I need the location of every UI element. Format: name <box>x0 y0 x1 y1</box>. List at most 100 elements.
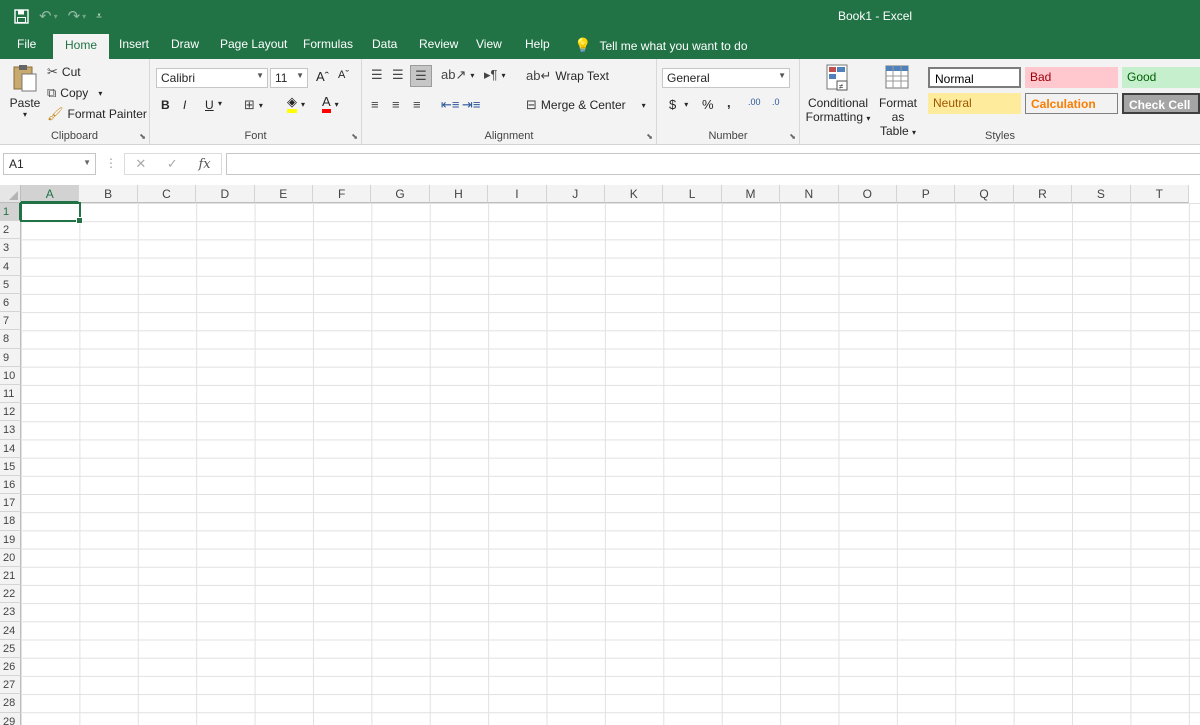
increase-indent-icon[interactable]: ⇥≡ <box>462 97 480 113</box>
column-header[interactable]: O <box>838 185 897 203</box>
name-box[interactable]: A1 ▼ <box>3 153 96 175</box>
cell-style-bad[interactable]: Bad <box>1025 67 1118 88</box>
column-header[interactable]: L <box>663 185 722 203</box>
row-header[interactable]: 4 <box>0 257 21 276</box>
cancel-icon[interactable]: ✕ <box>135 156 146 172</box>
row-header[interactable]: 7 <box>0 312 21 331</box>
tab-review[interactable]: Review <box>419 37 458 51</box>
insert-function-icon[interactable]: fx <box>198 157 210 172</box>
text-direction-button[interactable]: ▸¶ ▾ <box>484 67 506 83</box>
column-header[interactable]: C <box>137 185 197 203</box>
row-header[interactable]: 13 <box>0 421 21 440</box>
dialog-launcher-icon[interactable]: ⬊ <box>646 132 653 141</box>
row-header[interactable]: 9 <box>0 348 21 367</box>
row-header[interactable]: 17 <box>0 494 21 513</box>
column-header[interactable]: R <box>1013 185 1073 203</box>
merge-center-button[interactable]: ⊟ Merge & Center ▾ <box>526 97 646 113</box>
row-header[interactable]: 3 <box>0 239 21 258</box>
column-header[interactable]: M <box>721 185 781 203</box>
row-header[interactable]: 12 <box>0 403 21 422</box>
worksheet-grid[interactable]: ABCDEFGHIJKLMNOPQRST 1 2 3 4 5 6 7 8 9 10 11 12 13 14… <box>0 185 1200 725</box>
comma-style-button[interactable]: , <box>727 95 731 110</box>
increase-font-size-button[interactable]: Aˆ <box>316 69 329 84</box>
cell-area[interactable] <box>21 203 1200 725</box>
tab-draw[interactable]: Draw <box>171 37 199 51</box>
row-header[interactable]: 5 <box>0 275 21 294</box>
cut-button[interactable]: ✂ Cut <box>47 64 81 80</box>
conditional-formatting-button[interactable]: ≠ Conditional Formatting ▾ <box>804 63 872 126</box>
row-header[interactable]: 1 <box>0 203 21 222</box>
tab-insert[interactable]: Insert <box>119 37 149 51</box>
accounting-format-button[interactable]: $ ▾ <box>669 97 688 112</box>
cell-style-calculation[interactable]: Calculation <box>1025 93 1118 114</box>
column-header[interactable]: T <box>1130 185 1189 203</box>
save-icon[interactable] <box>14 7 29 25</box>
tab-help[interactable]: Help <box>525 37 550 51</box>
middle-align-icon[interactable]: ☰ <box>392 67 404 83</box>
column-header[interactable]: A <box>21 185 80 203</box>
row-header[interactable]: 10 <box>0 366 21 385</box>
align-center-icon[interactable]: ≡ <box>392 97 400 112</box>
borders-button[interactable]: ⊞ ▾ <box>244 97 263 113</box>
row-header[interactable]: 20 <box>0 548 21 567</box>
row-header[interactable]: 2 <box>0 221 21 240</box>
format-as-table-button[interactable]: Format as Table ▾ <box>872 63 924 140</box>
row-header[interactable]: 19 <box>0 530 21 549</box>
italic-button[interactable]: I <box>183 98 186 112</box>
dialog-launcher-icon[interactable]: ⬊ <box>351 132 358 141</box>
column-header[interactable]: K <box>605 185 664 203</box>
increase-decimal-button[interactable]: .00 <box>748 97 761 107</box>
column-header[interactable]: Q <box>955 185 1014 203</box>
row-header[interactable]: 25 <box>0 639 21 658</box>
tell-me-box[interactable]: 💡 Tell me what you want to do <box>574 37 748 54</box>
tab-formulas[interactable]: Formulas <box>303 37 353 51</box>
column-header[interactable]: J <box>546 185 605 203</box>
row-header[interactable]: 23 <box>0 603 21 622</box>
underline-dropdown[interactable]: ▾ <box>218 99 222 108</box>
column-header[interactable]: H <box>429 185 489 203</box>
cell-style-normal[interactable]: Normal <box>928 67 1021 88</box>
formula-bar-handle-icon[interactable]: ⋮ <box>105 156 117 170</box>
column-header[interactable]: F <box>313 185 372 203</box>
column-header[interactable]: S <box>1072 185 1131 203</box>
orientation-button[interactable]: ab↗ ▾ <box>441 67 474 83</box>
column-header[interactable]: P <box>897 185 956 203</box>
undo-icon[interactable]: ↶ ▾ <box>39 7 58 25</box>
decrease-indent-icon[interactable]: ⇤≡ <box>441 97 459 113</box>
wrap-text-button[interactable]: ab↵ Wrap Text <box>526 68 609 84</box>
underline-button[interactable]: U <box>205 98 214 112</box>
dialog-launcher-icon[interactable]: ⬊ <box>789 132 796 141</box>
top-align-icon[interactable]: ☰ <box>371 67 383 83</box>
font-size-select[interactable]: 11 ▼ <box>270 68 308 88</box>
fill-color-button[interactable]: ◈ ▾ <box>287 95 305 113</box>
row-header[interactable]: 29 <box>0 712 21 725</box>
select-all-button[interactable] <box>0 185 21 203</box>
row-header[interactable]: 8 <box>0 330 21 349</box>
tab-file[interactable]: File <box>17 37 36 51</box>
row-header[interactable]: 26 <box>0 658 21 677</box>
row-header[interactable]: 18 <box>0 512 21 531</box>
tab-page-layout[interactable]: Page Layout <box>220 37 287 51</box>
font-name-select[interactable]: Calibri ▼ <box>156 68 268 88</box>
redo-icon[interactable]: ↷ ▾ <box>68 7 87 25</box>
row-header[interactable]: 15 <box>0 457 21 476</box>
row-header[interactable]: 6 <box>0 294 21 313</box>
row-header[interactable]: 27 <box>0 676 21 695</box>
column-header[interactable]: E <box>254 185 313 203</box>
bottom-align-icon[interactable]: ☰ <box>410 65 432 87</box>
row-header[interactable]: 24 <box>0 621 21 640</box>
cell-style-neutral[interactable]: Neutral <box>928 93 1021 114</box>
paste-button[interactable]: Paste ▾ <box>6 63 44 123</box>
column-header[interactable]: I <box>488 185 547 203</box>
row-header[interactable]: 22 <box>0 585 21 604</box>
column-header[interactable]: N <box>780 185 839 203</box>
row-header[interactable]: 28 <box>0 694 21 713</box>
column-header[interactable]: G <box>371 185 430 203</box>
tab-view[interactable]: View <box>476 37 502 51</box>
cell-style-good[interactable]: Good <box>1122 67 1200 88</box>
copy-button[interactable]: ⧉ Copy ▾ <box>47 85 102 101</box>
dialog-launcher-icon[interactable]: ⬊ <box>139 132 146 141</box>
column-header[interactable]: D <box>196 185 255 203</box>
align-left-icon[interactable]: ≡ <box>371 97 379 112</box>
decrease-decimal-button[interactable]: .0 <box>772 97 780 107</box>
